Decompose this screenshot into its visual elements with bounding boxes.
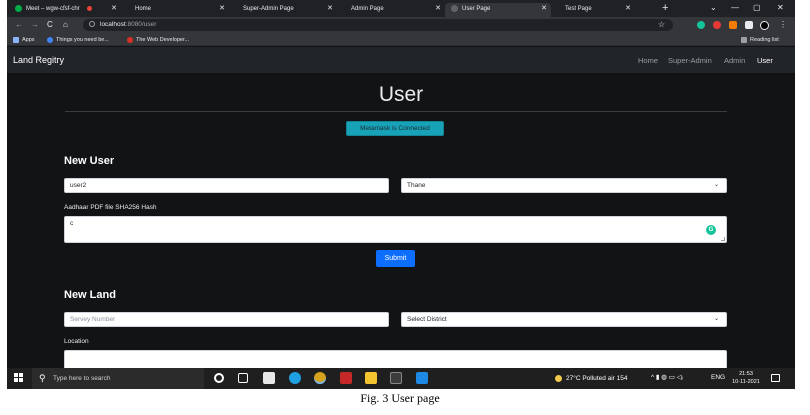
- close-icon[interactable]: ✕: [625, 3, 631, 15]
- nav-home[interactable]: Home: [638, 56, 658, 66]
- location-label: Location: [64, 338, 89, 345]
- tab-test[interactable]: Test Page ✕: [559, 3, 635, 17]
- screenshot-frame: Meet – wgw-cfsf-chr ✕ Home ✕ Super-Admin…: [7, 0, 795, 389]
- page-content: User Metamask is Connected New User user…: [7, 73, 795, 370]
- tab-title: Home: [135, 6, 152, 12]
- close-icon[interactable]: ✕: [435, 3, 441, 15]
- nav-user[interactable]: User: [757, 56, 773, 66]
- info-icon: [89, 21, 95, 27]
- close-icon[interactable]: ✕: [327, 3, 333, 15]
- store-icon[interactable]: [263, 372, 275, 384]
- new-tab-button[interactable]: +: [662, 2, 668, 14]
- land-district-select[interactable]: Select District ⌄: [401, 312, 727, 327]
- bookmark-apps[interactable]: Apps: [13, 35, 35, 45]
- terminal-icon[interactable]: [390, 372, 402, 384]
- maximize-button[interactable]: ▢: [753, 2, 761, 14]
- vscode-icon[interactable]: [416, 372, 428, 384]
- tab-super-admin[interactable]: Super-Admin Page ✕: [237, 3, 337, 17]
- location-input[interactable]: [64, 350, 727, 370]
- reading-list-button[interactable]: Reading list: [741, 35, 779, 45]
- tab-meet[interactable]: Meet – wgw-cfsf-chr ✕: [9, 3, 121, 17]
- new-land-heading: New Land: [64, 289, 116, 301]
- chrome-icon[interactable]: [314, 372, 326, 384]
- home-icon[interactable]: ⌂: [63, 19, 68, 31]
- grammarly-extension-icon[interactable]: [697, 21, 705, 29]
- edge-icon[interactable]: [289, 372, 301, 384]
- page-icon: [451, 4, 458, 12]
- tab-title: Test Page: [565, 6, 592, 12]
- task-view-icon[interactable]: [238, 373, 248, 383]
- close-icon[interactable]: ✕: [111, 3, 117, 15]
- tab-admin[interactable]: Admin Page ✕: [345, 3, 445, 17]
- user-name-input[interactable]: user2: [64, 178, 389, 193]
- meet-icon: [15, 4, 22, 12]
- app-icon[interactable]: [340, 372, 352, 384]
- browser-tab-strip: Meet – wgw-cfsf-chr ✕ Home ✕ Super-Admin…: [7, 0, 795, 17]
- bookmark-web-developer[interactable]: The Web Developer...: [127, 35, 189, 45]
- resize-handle[interactable]: [721, 237, 725, 241]
- window-close-button[interactable]: ✕: [777, 2, 784, 14]
- tab-home[interactable]: Home ✕: [129, 3, 229, 17]
- file-explorer-icon[interactable]: [365, 372, 377, 384]
- chevron-down-icon: ⌄: [713, 316, 719, 322]
- back-arrow-icon[interactable]: ←: [15, 19, 23, 31]
- tray-icons[interactable]: ^ ▮ ◍ ▭ ◁ᵢ: [651, 373, 683, 383]
- user-district-select[interactable]: Thane ⌄: [401, 178, 727, 193]
- profile-avatar[interactable]: [760, 21, 769, 30]
- page-title: User: [378, 83, 424, 106]
- windows-start-icon[interactable]: [14, 373, 24, 383]
- address-bar[interactable]: localhost:8080/user ☆: [83, 19, 673, 31]
- grammarly-icon[interactable]: G: [706, 225, 716, 235]
- reading-list-icon: [741, 36, 747, 43]
- hash-textarea[interactable]: c G: [64, 216, 727, 243]
- brand-logo[interactable]: Land Regitry: [13, 55, 64, 66]
- figure-caption: Fig. 3 User page: [360, 391, 440, 405]
- nav-super-admin[interactable]: Super-Admin: [668, 56, 712, 66]
- forward-arrow-icon[interactable]: →: [31, 19, 39, 31]
- windows-taskbar: ⚲ Type here to search 27°C Polluted air …: [7, 368, 795, 389]
- web-developer-icon: [127, 36, 133, 43]
- cortana-icon[interactable]: [214, 373, 224, 383]
- close-icon[interactable]: ✕: [219, 3, 225, 15]
- chevron-down-icon: ⌄: [713, 182, 719, 188]
- metamask-extension-icon[interactable]: [729, 21, 737, 29]
- metamask-status-button[interactable]: Metamask is Connected: [346, 121, 444, 136]
- puzzle-icon[interactable]: [745, 21, 753, 29]
- taskbar-search-box[interactable]: ⚲ Type here to search: [32, 368, 204, 389]
- survey-number-input[interactable]: Servey Number: [64, 312, 389, 327]
- menu-kebab-icon[interactable]: ⋮: [779, 19, 787, 31]
- tab-title: User Page: [462, 6, 491, 12]
- bookmark-things[interactable]: Things you need be...: [47, 35, 109, 45]
- star-icon[interactable]: ☆: [658, 19, 665, 31]
- tab-search-dropdown[interactable]: ⌄: [710, 2, 717, 14]
- divider: [65, 111, 727, 112]
- taskbar-clock[interactable]: 21:53 10-11-2021: [729, 370, 763, 386]
- reload-icon[interactable]: C: [47, 19, 53, 31]
- tab-title: Meet – wgw-cfsf-chr: [26, 6, 80, 12]
- apps-grid-icon: [13, 36, 19, 43]
- browser-toolbar: ← → C ⌂ localhost:8080/user ☆ ⋮: [7, 17, 795, 34]
- close-icon[interactable]: ✕: [541, 3, 547, 15]
- minimize-button[interactable]: —: [731, 2, 739, 14]
- new-user-heading: New User: [64, 155, 115, 167]
- hash-label: Aadhaar PDF file SHA256 Hash: [64, 204, 157, 211]
- language-indicator[interactable]: ENG: [711, 373, 725, 383]
- extension-icon[interactable]: [713, 21, 721, 29]
- app-navbar: Land Regitry Home Super-Admin Admin User: [7, 47, 795, 73]
- search-icon: ⚲: [39, 373, 46, 383]
- notification-icon[interactable]: [771, 374, 780, 382]
- nav-admin[interactable]: Admin: [724, 56, 745, 66]
- weather-widget[interactable]: 27°C Polluted air 154: [555, 374, 628, 383]
- bookmarks-bar: Apps Things you need be... The Web Devel…: [7, 34, 795, 46]
- tab-title: Super-Admin Page: [243, 6, 294, 12]
- url-text: localhost:8080/user: [100, 21, 157, 28]
- globe-icon: [47, 36, 53, 43]
- tab-title: Admin Page: [351, 6, 384, 12]
- tab-user[interactable]: User Page ✕: [445, 3, 551, 17]
- submit-button[interactable]: Submit: [376, 250, 415, 267]
- recording-icon: [87, 5, 93, 11]
- weather-icon: [555, 374, 562, 382]
